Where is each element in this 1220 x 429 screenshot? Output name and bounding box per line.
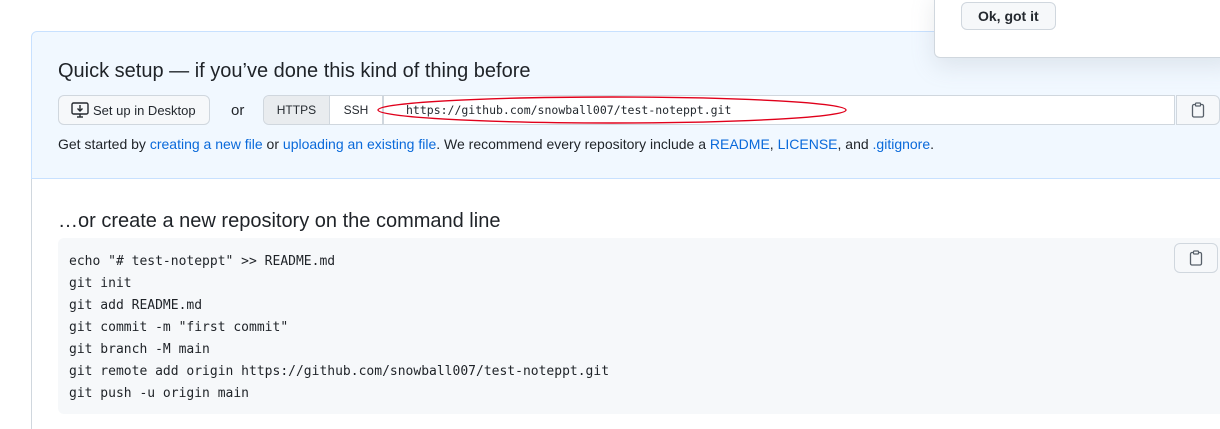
clone-url-input[interactable] (383, 95, 1175, 125)
gs-text-6: . (930, 136, 935, 152)
code-line: echo "# test-noteppt" >> README.md (69, 254, 336, 269)
https-tab[interactable]: HTTPS (264, 96, 330, 124)
gitignore-link[interactable]: .gitignore (873, 136, 931, 152)
ok-got-it-button[interactable]: Ok, got it (961, 2, 1056, 30)
desktop-download-icon (71, 102, 89, 118)
setup-desktop-label: Set up in Desktop (93, 102, 196, 118)
code-line: git commit -m "first commit" (69, 320, 289, 335)
code-line: git push -u origin main (69, 386, 250, 401)
code-line: git branch -M main (69, 342, 210, 357)
clipboard-copy-icon (1191, 102, 1205, 118)
gs-text-1: Get started by (58, 136, 150, 152)
readme-link[interactable]: README (710, 136, 770, 152)
command-line-title: …or create a new repository on the comma… (58, 210, 501, 232)
license-link[interactable]: LICENSE (778, 136, 838, 152)
code-line: git init (69, 276, 132, 291)
gs-text-2: or (262, 136, 283, 152)
code-line: git remote add origin https://github.com… (69, 364, 610, 379)
gs-text-3: . We recommend every repository include … (436, 136, 710, 152)
ssh-tab[interactable]: SSH (329, 96, 382, 124)
gs-text-5: , and (837, 136, 873, 152)
upload-existing-file-link[interactable]: uploading an existing file (283, 136, 436, 152)
protocol-toggle: HTTPS SSH (263, 95, 383, 125)
code-line: git add README.md (69, 298, 203, 313)
panel-border (31, 179, 32, 429)
copy-url-button[interactable] (1176, 95, 1220, 125)
command-line-code[interactable]: echo "# test-noteppt" >> README.md git i… (69, 251, 609, 405)
setup-desktop-button[interactable]: Set up in Desktop (58, 95, 210, 125)
create-new-file-link[interactable]: creating a new file (150, 136, 263, 152)
onboarding-popover: Ok, got it (934, 0, 1220, 58)
or-separator: or (231, 102, 245, 119)
clipboard-copy-icon (1189, 250, 1203, 266)
get-started-text: Get started by creating a new file or up… (58, 136, 934, 152)
quick-setup-title: Quick setup — if you’ve done this kind o… (58, 60, 531, 82)
copy-commands-button[interactable] (1174, 243, 1218, 273)
gs-text-4: , (769, 136, 778, 152)
